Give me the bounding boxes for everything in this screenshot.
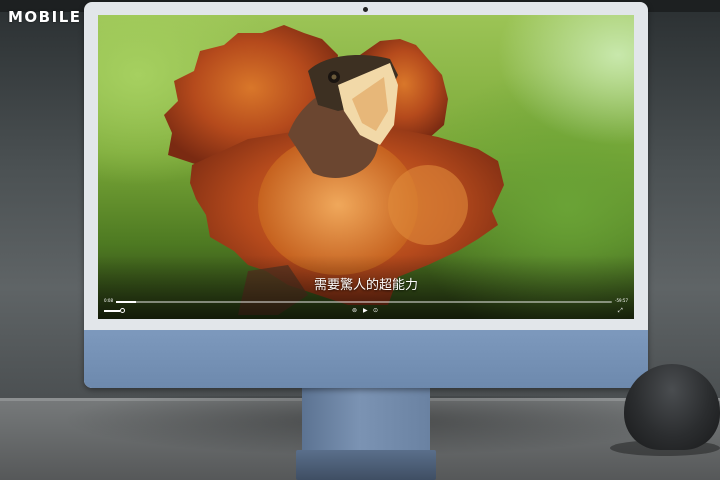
timeline-progress (116, 301, 136, 303)
watermark-text: MOBILE (8, 8, 82, 26)
screen: 需要驚人的超能力 0:08 -59:57 ⊚ ▶ ⊙ ⤢ (98, 15, 634, 319)
volume-slider[interactable] (104, 310, 120, 312)
playback-controls: ⊚ ▶ ⊙ ⤢ (98, 306, 634, 316)
forward-icon[interactable]: ⊙ (373, 306, 378, 316)
fullscreen-icon[interactable]: ⤢ (618, 306, 623, 316)
play-icon[interactable]: ▶ (363, 306, 368, 316)
playback-timeline[interactable] (116, 301, 612, 303)
time-elapsed: 0:08 (104, 298, 113, 303)
homepod-mini (624, 364, 720, 450)
time-remaining: -59:57 (615, 298, 628, 303)
airplay-icon[interactable]: ⊚ (352, 306, 357, 316)
imac-chin (84, 330, 648, 388)
volume-icon[interactable] (120, 308, 125, 313)
imac-stand-base (296, 450, 436, 480)
imac-stand (302, 384, 430, 458)
video-subtitle: 需要驚人的超能力 (313, 278, 418, 293)
camera-icon (363, 7, 368, 12)
